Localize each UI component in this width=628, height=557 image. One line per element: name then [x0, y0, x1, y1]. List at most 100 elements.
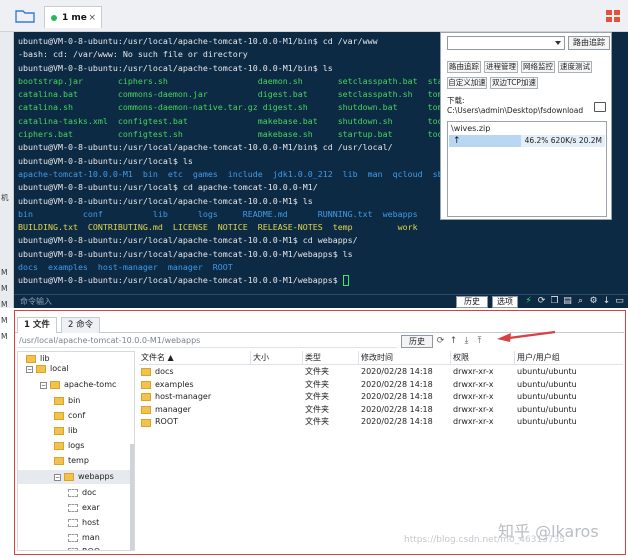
cell-perm: drwxr-xr-x: [453, 404, 494, 414]
tree-node-label: man: [82, 533, 100, 542]
tab-session[interactable]: 1 me ×: [44, 6, 102, 28]
tree-node[interactable]: conf: [54, 409, 85, 423]
tree-node[interactable]: doc: [68, 486, 96, 500]
watermark-url: https://blog.csdn.net/m0_46313735: [404, 535, 566, 545]
file-name: ROOT: [155, 417, 179, 427]
process-manager-button[interactable]: 进程管理: [484, 61, 518, 73]
upload-icon[interactable]: ⤒: [474, 335, 485, 348]
download-icon[interactable]: ↓: [601, 296, 612, 307]
tree-node[interactable]: logs: [54, 439, 84, 453]
open-folder-icon[interactable]: [594, 102, 606, 112]
paste-icon[interactable]: ▤: [562, 296, 573, 307]
collapse-icon[interactable]: −: [54, 473, 61, 481]
column-header-size[interactable]: 大小: [251, 351, 303, 365]
tree-node-label: exar: [82, 503, 100, 512]
tree-node[interactable]: exar: [68, 501, 100, 515]
folder-icon[interactable]: [14, 8, 36, 24]
folder-icon: [54, 412, 64, 420]
terminal-cursor: [342, 275, 349, 287]
column-header-name[interactable]: 文件名 ▲: [139, 351, 251, 365]
options-button[interactable]: 选项: [492, 296, 518, 308]
strip-text: M: [1, 316, 8, 325]
route-select[interactable]: [447, 36, 565, 50]
tree-node[interactable]: bin: [54, 394, 80, 408]
cell-name: examples: [141, 379, 194, 392]
custom-accelerate-button[interactable]: 自定义加速: [447, 77, 487, 89]
cell-mtime: 2020/02/28 14:18: [361, 417, 433, 427]
terminal-text: catalina-tasks.xml configtest.bat makeba…: [18, 115, 448, 126]
command-input-placeholder: 命令输入: [20, 297, 52, 306]
cell-type: 文件夹: [305, 392, 329, 402]
grid-icon[interactable]: [606, 10, 620, 22]
column-header-type[interactable]: 类型: [303, 351, 359, 365]
download-icon[interactable]: ⤓: [461, 335, 472, 348]
transfer-file-name: \wives.zip: [451, 124, 491, 133]
tree-node[interactable]: − local: [26, 362, 69, 376]
table-row[interactable]: ROOT 文件夹 2020/02/28 14:18 drwxr-xr-x ubuntu/…: [139, 416, 623, 429]
tree-node-label: lib: [68, 426, 78, 435]
refresh-icon[interactable]: ⟳: [435, 335, 446, 348]
collapse-icon[interactable]: −: [26, 365, 33, 373]
table-row[interactable]: host-manager 文件夹 2020/02/28 14:18 drwxr-xr-…: [139, 391, 623, 404]
folder-icon: [54, 457, 64, 465]
up-icon[interactable]: ↑: [448, 335, 459, 348]
cell-owner: ubuntu/ubuntu: [517, 392, 577, 402]
terminal-text: bootstrap.jar ciphers.sh daemon.sh setcl…: [18, 75, 448, 86]
terminal-text: ciphers.bat configtest.sh makebase.sh st…: [18, 129, 448, 140]
tree-scrollbar[interactable]: [130, 444, 134, 550]
tab-files[interactable]: 1 文件: [17, 317, 57, 333]
folder-icon: [68, 534, 78, 542]
history-button[interactable]: 历史: [456, 296, 488, 308]
column-header-permission[interactable]: 权限: [451, 351, 515, 365]
directory-tree[interactable]: lib − local − apache-tomc bin conf lib logs temp −…: [17, 351, 135, 551]
folder-icon: [68, 519, 78, 527]
transfer-progress-row[interactable]: ↑ 46.2% 620K/s 20.2M: [449, 135, 605, 147]
speed-test-button[interactable]: 速度测试: [558, 61, 592, 73]
folder-icon: [141, 368, 151, 377]
search-icon[interactable]: ⌕: [575, 296, 586, 307]
network-tool-panel: 路由追踪 路由追踪 进程管理 网络监控 速度测试 自定义加速 双边TCP加速 下…: [440, 32, 612, 220]
cell-mtime: 2020/02/28 14:18: [361, 367, 433, 376]
terminal-text: catalina.sh commons-daemon-native.tar.gz…: [18, 102, 448, 113]
tree-node[interactable]: lib: [54, 424, 78, 438]
collapse-icon[interactable]: −: [40, 381, 47, 389]
terminal-line: ubuntu@VM-0-8-ubuntu:/usr/local/apache-t…: [18, 234, 624, 247]
column-header-mtime[interactable]: 修改时间: [359, 351, 451, 365]
terminal-text: catalina.bat commons-daemon.jar digest.b…: [18, 89, 448, 100]
tree-node[interactable]: temp: [54, 454, 89, 468]
table-row[interactable]: manager 文件夹 2020/02/28 14:18 drwxr-xr-x ubun…: [139, 404, 623, 417]
cell-name: docs: [141, 366, 174, 379]
route-trace-tool-button[interactable]: 路由追踪: [447, 61, 481, 73]
table-row[interactable]: docs 文件夹 2020/02/28 14:18 drwxr-xr-x ubuntu/…: [139, 366, 623, 379]
folder-icon: [54, 427, 64, 435]
copy-icon[interactable]: ❐: [549, 296, 560, 307]
route-trace-button[interactable]: 路由追踪: [568, 36, 610, 50]
tree-node[interactable]: man: [68, 531, 100, 545]
tree-node[interactable]: host: [68, 516, 99, 530]
cell-perm: drwxr-xr-x: [453, 379, 494, 389]
tree-node[interactable]: ROO: [68, 545, 100, 550]
folder-icon: [64, 473, 74, 481]
network-monitor-button[interactable]: 网络监控: [521, 61, 555, 73]
path-input[interactable]: /usr/local/apache-tomcat-10.0.0-M1/webap…: [17, 335, 397, 348]
window-icon[interactable]: ▭: [614, 296, 625, 307]
folder-icon: [68, 489, 78, 497]
command-input-bar[interactable]: 命令输入 历史 选项 ⚡ ⟳ ❐ ▤ ⌕ ⚙ ↓ ▭: [14, 294, 628, 308]
gear-icon[interactable]: ⚙: [588, 296, 599, 307]
strip-text: M: [1, 300, 8, 309]
file-name: examples: [155, 379, 194, 389]
cell-type: 文件夹: [305, 367, 329, 376]
lightning-icon[interactable]: ⚡: [523, 296, 534, 307]
refresh-icon[interactable]: ⟳: [536, 296, 547, 307]
table-row[interactable]: examples 文件夹 2020/02/28 14:18 drwxr-xr-x ubu…: [139, 379, 623, 392]
column-header-owner[interactable]: 用户/用户组: [515, 351, 623, 365]
file-name: manager: [155, 404, 191, 414]
tree-node[interactable]: − webapps: [54, 470, 114, 484]
tree-node[interactable]: − apache-tomc: [40, 378, 116, 392]
close-icon[interactable]: ×: [88, 13, 96, 23]
path-history-button[interactable]: 历史: [401, 335, 433, 348]
cell-perm: drwxr-xr-x: [453, 367, 494, 376]
tcp-accelerate-button[interactable]: 双边TCP加速: [490, 77, 538, 89]
cell-mtime: 2020/02/28 14:18: [361, 379, 433, 389]
tab-commands[interactable]: 2 命令: [61, 317, 101, 333]
